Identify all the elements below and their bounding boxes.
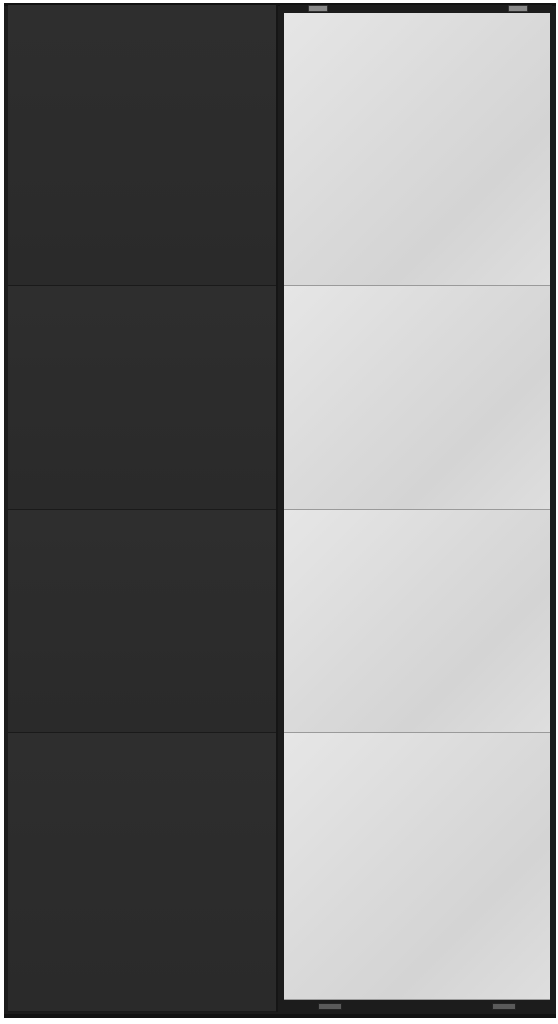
mirror — [284, 13, 550, 1000]
door-panel — [8, 286, 276, 510]
mirror-panel — [284, 286, 550, 510]
bottom-wheel-icon — [318, 1003, 342, 1010]
mirror-panel — [284, 13, 550, 286]
wardrobe — [4, 3, 556, 1018]
bottom-rail — [4, 1014, 556, 1018]
black-sliding-door — [8, 5, 278, 1012]
door-panel — [8, 5, 276, 286]
mirror-sliding-door — [280, 5, 552, 1012]
bottom-wheel-icon — [492, 1003, 516, 1010]
top-roller-icon — [508, 5, 528, 12]
mirror-panel — [284, 733, 550, 1000]
top-roller-icon — [308, 5, 328, 12]
door-panel — [8, 510, 276, 733]
mirror-panel — [284, 510, 550, 733]
door-panel — [8, 733, 276, 1012]
